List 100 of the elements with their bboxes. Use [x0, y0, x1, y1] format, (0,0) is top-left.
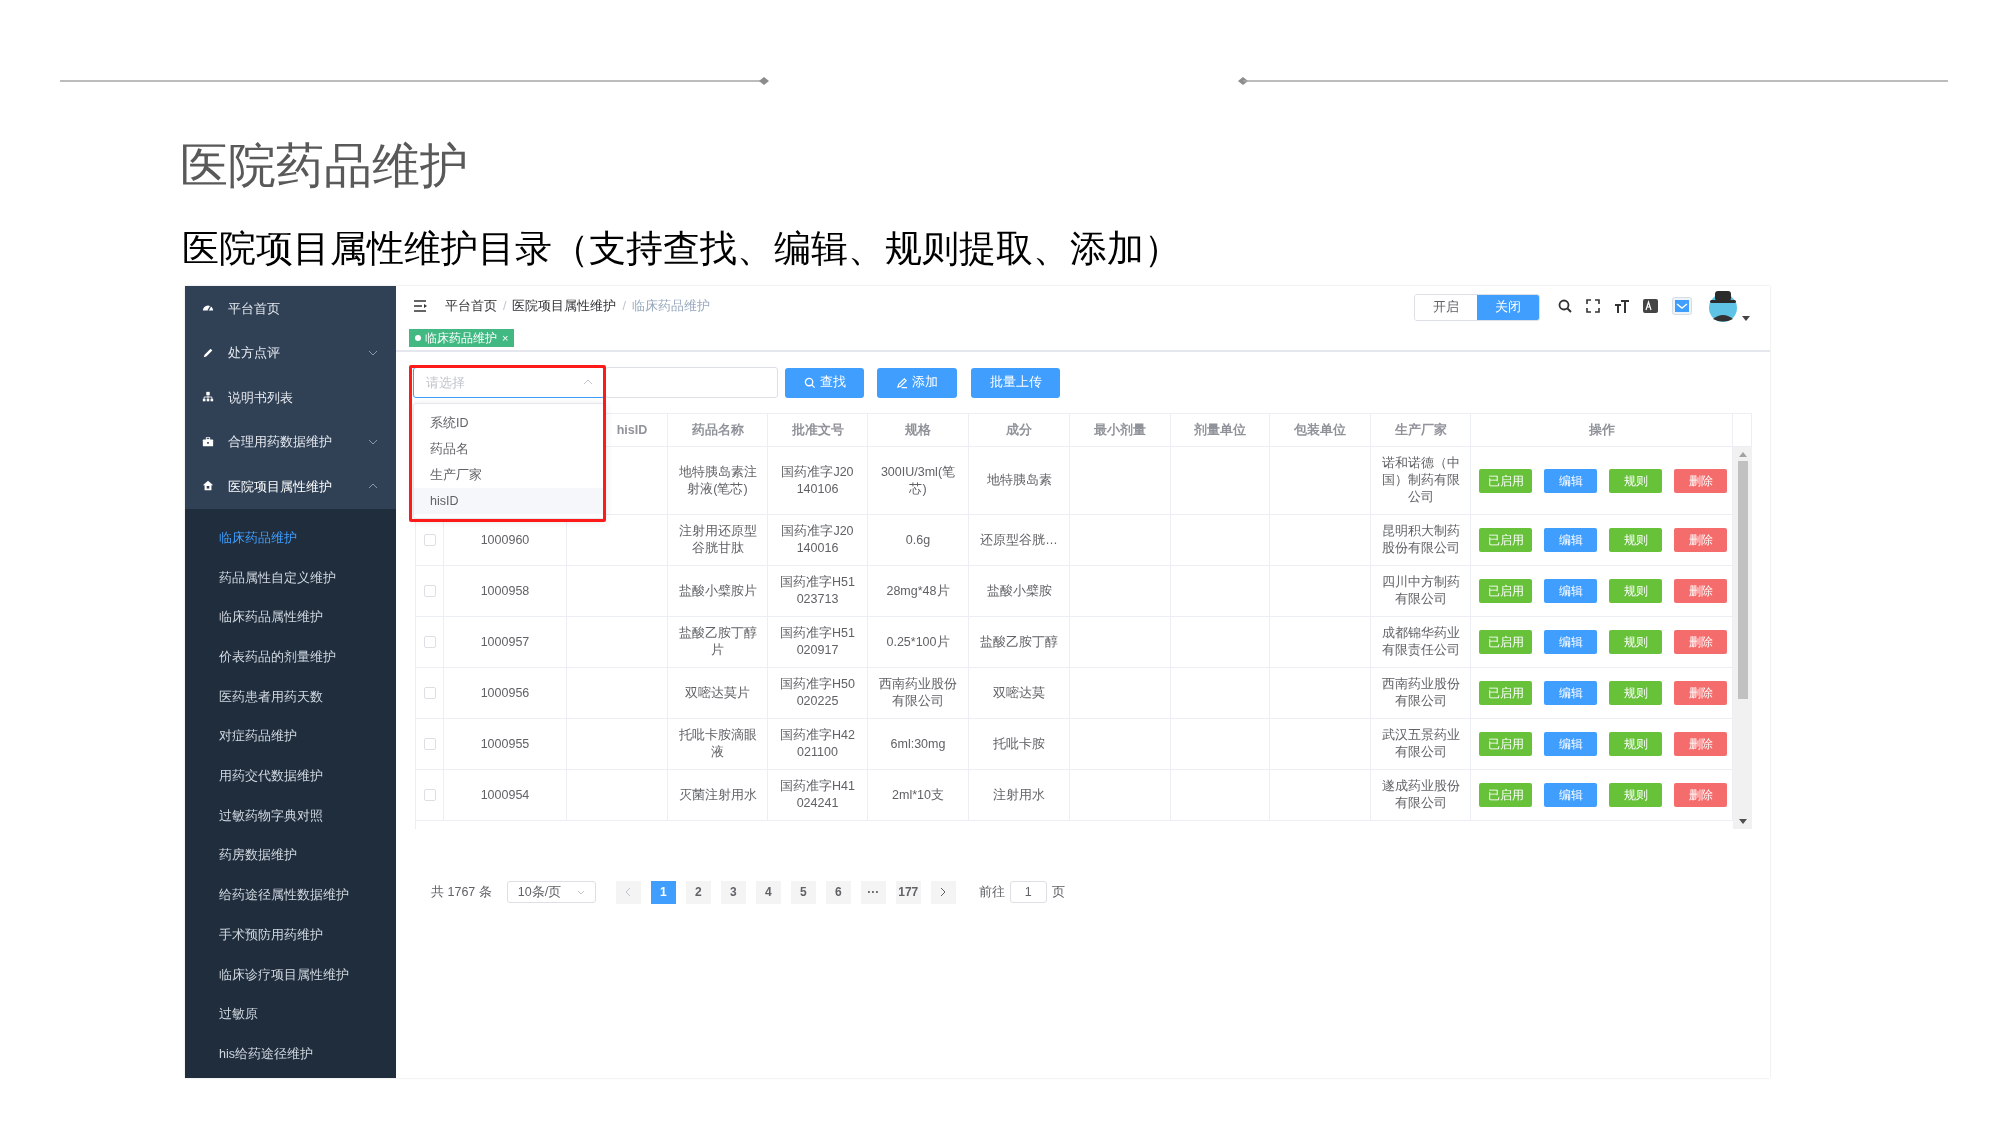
table-cell: 地特胰岛素注射液(笔芯)	[678, 463, 757, 498]
slide-title: 医院药品维护	[180, 138, 468, 194]
table-cell: 1000956	[480, 684, 530, 702]
scroll-thumb[interactable]	[1737, 461, 1748, 699]
prev-page-button[interactable]	[615, 880, 641, 904]
sidebar-subitem[interactable]: 医药患者用药天数	[185, 677, 396, 717]
page-input[interactable]: 1	[1009, 881, 1047, 903]
delete-button[interactable]: 删除	[1674, 579, 1727, 603]
briefcase-icon	[202, 435, 214, 448]
scroll-up-icon[interactable]	[1738, 452, 1747, 457]
sidebar-subitem[interactable]: 过敏原	[185, 994, 396, 1035]
scroll-down-icon[interactable]	[1738, 819, 1747, 824]
search-button[interactable]: 查找	[785, 367, 864, 398]
search-icon[interactable]	[1558, 299, 1572, 313]
edit-button[interactable]: 编辑	[1544, 732, 1597, 756]
sidebar-subitem[interactable]: 价表药品的剂量维护	[185, 637, 396, 678]
delete-button[interactable]: 删除	[1674, 732, 1727, 756]
fullscreen-icon[interactable]	[1586, 299, 1600, 313]
search-field[interactable]	[605, 367, 778, 398]
table-cell: 1000954	[480, 786, 530, 804]
table-cell-text: 国药准字H41024241	[779, 778, 856, 812]
page-size-select[interactable]: 10条/页	[506, 881, 596, 903]
edit-button[interactable]: 编辑	[1544, 528, 1597, 552]
scrollbar[interactable]	[1733, 447, 1752, 829]
house-icon	[202, 480, 214, 493]
table-cell: 四川中方制药有限公司	[1381, 574, 1460, 608]
sidebar-subitem[interactable]: 临床药品维护	[185, 518, 396, 559]
sidebar-subitem[interactable]: 药品属性自定义维护	[185, 558, 396, 598]
page-unit-label: 页	[1051, 883, 1065, 901]
next-page-button[interactable]	[930, 880, 956, 904]
page-button[interactable]: 6	[825, 880, 851, 904]
sidebar-item[interactable]: 合理用药数据维护	[185, 419, 396, 464]
table-cell: 盐酸乙胺丁醇片	[678, 625, 757, 659]
page-button[interactable]: 1	[650, 880, 676, 904]
sidebar-subitem[interactable]: 给药途径属性数据维护	[185, 875, 396, 916]
table-cell: 28mg*48片	[886, 582, 950, 600]
page-button[interactable]: ···	[860, 880, 886, 904]
sidebar-subitem[interactable]: his给药途径维护	[185, 1034, 396, 1075]
checkbox[interactable]	[423, 789, 436, 801]
edit-button[interactable]: 编辑	[1544, 681, 1597, 705]
page-button[interactable]: 177	[895, 880, 921, 904]
dropdown-option[interactable]: hisID	[414, 488, 604, 514]
table-cell-text: 国药准字J20140016	[780, 523, 855, 557]
translate-icon[interactable]	[1643, 299, 1658, 313]
avatar[interactable]	[1706, 289, 1740, 323]
table-cell: 注射用水	[993, 786, 1045, 804]
breadcrumb-link[interactable]: 平台首页	[445, 296, 497, 316]
text-size-icon[interactable]	[1614, 299, 1629, 313]
sidebar-subitem[interactable]: 临床药品属性维护	[185, 597, 396, 638]
select-field[interactable]: 请选择	[413, 367, 605, 398]
page-button[interactable]: 5	[790, 880, 816, 904]
sidebar-item[interactable]: 医院项目属性维护	[185, 464, 396, 509]
sidebar-subitem[interactable]: 手术预防用药维护	[185, 915, 396, 956]
menu-icon[interactable]	[414, 300, 428, 312]
checkbox[interactable]	[423, 738, 436, 750]
table-cell-text: 300IU/3ml(笔芯)	[879, 463, 957, 498]
edit-button[interactable]: 编辑	[1544, 630, 1597, 654]
add-button[interactable]: 添加	[877, 367, 957, 398]
table-cell: 地特胰岛素	[986, 472, 1052, 489]
sidebar-subitem[interactable]: 对症药品维护	[185, 716, 396, 757]
chevron-up-icon	[583, 379, 593, 385]
checkbox[interactable]	[423, 585, 436, 597]
toggle-button[interactable]: 关闭	[1477, 294, 1539, 320]
page-button[interactable]: 3	[720, 880, 746, 904]
sidebar-item[interactable]: 处方点评	[185, 330, 396, 375]
delete-button[interactable]: 删除	[1674, 468, 1727, 493]
checkbox[interactable]	[423, 534, 436, 546]
upload-button[interactable]: 批量上传	[971, 367, 1060, 398]
checkbox[interactable]	[423, 636, 436, 648]
delete-button[interactable]: 删除	[1674, 528, 1727, 552]
table-cell: 成都锦华药业有限责任公司	[1381, 625, 1460, 659]
mail-icon[interactable]	[1672, 297, 1692, 315]
sidebar-subitem[interactable]: 过敏药物字典对照	[185, 796, 396, 836]
sidebar-subitem[interactable]: 药房数据维护	[185, 836, 396, 876]
pencil-icon	[202, 346, 214, 359]
sidebar-subitem[interactable]: 用药交代数据维护	[185, 756, 396, 797]
table-cell: 注射用还原型谷胱甘肽	[678, 523, 757, 557]
table-cell: 1000955	[480, 735, 530, 753]
edit-button[interactable]: 编辑	[1544, 783, 1597, 807]
delete-button[interactable]: 删除	[1674, 681, 1727, 705]
table-cell: 1000957	[480, 633, 530, 651]
page-button[interactable]: 4	[755, 880, 781, 904]
column-header: 操作	[1588, 421, 1615, 439]
column-header: hisID	[616, 421, 648, 439]
breadcrumb-separator: /	[503, 297, 507, 315]
sidebar-item[interactable]: 平台首页	[185, 286, 396, 331]
table-cell: 0.25*100片	[886, 633, 950, 651]
breadcrumb-separator: /	[622, 297, 626, 315]
column-header: 最小剂量	[1094, 421, 1146, 439]
page-button[interactable]: 2	[685, 880, 711, 904]
edit-button[interactable]: 编辑	[1544, 579, 1597, 603]
delete-button[interactable]: 删除	[1674, 783, 1727, 807]
sidebar-subitem[interactable]: 临床诊疗项目属性维护	[185, 955, 396, 995]
checkbox[interactable]	[423, 687, 436, 699]
breadcrumb-link[interactable]: 医院项目属性维护	[512, 296, 617, 316]
goto-label: 前往	[978, 883, 1005, 901]
caret-icon[interactable]	[1742, 316, 1750, 321]
sidebar-item[interactable]: 说明书列表	[185, 375, 396, 420]
delete-button[interactable]: 删除	[1674, 630, 1727, 654]
edit-button[interactable]: 编辑	[1544, 468, 1597, 493]
